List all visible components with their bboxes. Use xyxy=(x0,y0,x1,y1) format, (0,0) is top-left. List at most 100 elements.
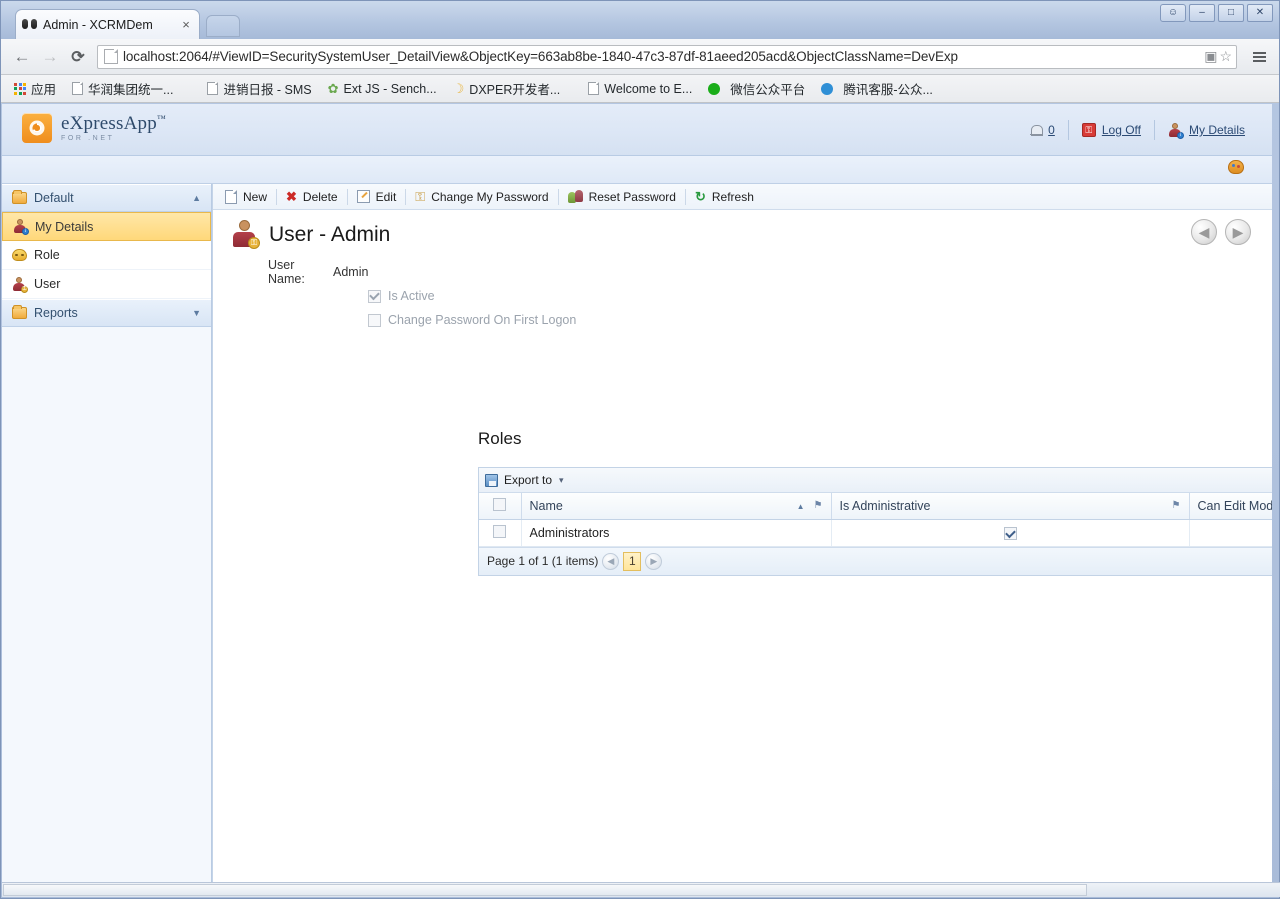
minimize-button[interactable]: – xyxy=(1189,4,1215,22)
table-row[interactable]: Administrators xyxy=(479,519,1272,547)
is-active-checkbox[interactable] xyxy=(368,289,381,303)
moon-icon: ☽ xyxy=(452,81,465,96)
pager-page-1[interactable]: 1 xyxy=(623,551,642,571)
browser-tab[interactable]: Admin - XCRMDem × xyxy=(15,9,200,39)
change-my-password-button[interactable]: ⚿ Change My Password xyxy=(407,186,556,208)
reset-password-button[interactable]: Reset Password xyxy=(560,186,684,208)
column-header-can-edit-model[interactable]: Can Edit Model ⚑ xyxy=(1189,493,1272,520)
change-password-first-logon-row: Change Password On First Logon xyxy=(213,308,1272,332)
select-all-header[interactable] xyxy=(479,493,522,520)
extension-icon[interactable]: ▣ xyxy=(1204,48,1217,65)
sidebar-item-label: User xyxy=(34,277,61,291)
user-profile-icon[interactable]: ☺ xyxy=(1160,4,1186,22)
scrollbar-thumb[interactable] xyxy=(3,884,1087,896)
bookmark-star-icon[interactable]: ☆ xyxy=(1219,48,1232,65)
bookmark-item[interactable]: 进销日报 - SMS xyxy=(200,78,318,100)
disk-icon xyxy=(485,473,498,487)
forward-icon[interactable]: → xyxy=(37,44,63,70)
apps-grid-icon xyxy=(14,82,26,95)
page-icon xyxy=(588,82,600,95)
user-key-icon: ⚿ xyxy=(231,220,261,250)
navigation-bar: ← → ⟳ localhost:2064/#ViewID=SecuritySys… xyxy=(1,39,1279,75)
logo-tagline: FOR .NET xyxy=(61,135,115,142)
sort-ascending-icon[interactable]: ▲ xyxy=(797,502,805,511)
refresh-button[interactable]: ↻ Refresh xyxy=(687,186,762,208)
chevron-down-icon: ▼ xyxy=(192,308,201,318)
binoculars-icon xyxy=(22,17,38,33)
sidebar-item-role[interactable]: Role xyxy=(2,241,211,270)
horizontal-scrollbar[interactable] xyxy=(2,882,1280,897)
sidebar-group-default[interactable]: Default ▲ xyxy=(2,184,211,212)
pager-next-button[interactable]: ▶ xyxy=(645,552,663,570)
reload-icon[interactable]: ⟳ xyxy=(65,44,91,70)
new-tab-button[interactable] xyxy=(206,15,240,37)
sidebar-group-label: Reports xyxy=(34,306,78,320)
row-select-cell[interactable] xyxy=(479,519,522,547)
is-administrative-checkbox[interactable] xyxy=(1003,527,1017,541)
theme-selector-button[interactable] xyxy=(1228,160,1256,174)
edit-pencil-icon xyxy=(356,190,370,203)
bookmark-apps[interactable]: 应用 xyxy=(7,78,63,100)
user-name-row: User Name: Admin xyxy=(213,258,1272,286)
roles-section: Roles Export to ▾ Name ▲ ⚑ Is Administra… xyxy=(478,429,1272,576)
filter-icon[interactable]: ⚑ xyxy=(814,500,823,511)
close-window-button[interactable]: ✕ xyxy=(1247,4,1273,22)
previous-record-button[interactable]: ◀ xyxy=(1191,219,1217,245)
column-header-is-administrative[interactable]: Is Administrative ⚑ xyxy=(831,493,1190,520)
bookmark-label: 进销日报 - SMS xyxy=(223,83,312,97)
logo-name: eXpressApp xyxy=(61,113,157,134)
edit-button[interactable]: Edit xyxy=(349,186,405,208)
log-off-button[interactable]: ⚿ Log Off xyxy=(1069,120,1154,140)
browser-menu-icon[interactable] xyxy=(1247,45,1271,69)
sidebar-group-reports[interactable]: Reports ▼ xyxy=(2,299,211,327)
new-button[interactable]: New xyxy=(217,186,275,208)
sidebar-item-label: My Details xyxy=(35,219,94,234)
app-logo[interactable]: eXpressApp™ FOR .NET xyxy=(22,113,166,143)
new-label: New xyxy=(243,189,268,204)
table-header-row: Name ▲ ⚑ Is Administrative ⚑ Can Edit Mo… xyxy=(479,493,1272,520)
key-icon: ⚿ xyxy=(415,188,426,204)
column-header-name[interactable]: Name ▲ ⚑ xyxy=(521,493,832,520)
maximize-button[interactable]: □ xyxy=(1218,4,1244,22)
next-record-button[interactable]: ▶ xyxy=(1225,219,1251,245)
bookmark-label: 腾讯客服-公众... xyxy=(843,83,933,97)
bookmark-item[interactable]: 华润集团统一... xyxy=(65,78,180,100)
my-details-label: My Details xyxy=(1188,123,1245,137)
is-active-label: Is Active xyxy=(388,289,435,303)
palette-icon xyxy=(1228,160,1244,174)
leaf-icon: ✿ xyxy=(327,81,339,96)
page-icon xyxy=(207,82,219,95)
export-to-button[interactable]: Export to ▾ xyxy=(485,473,564,487)
row-select-checkbox[interactable] xyxy=(493,524,507,538)
bookmark-item[interactable]: Welcome to E... xyxy=(581,78,699,100)
delete-button[interactable]: ✖ Delete xyxy=(278,186,346,208)
bookmark-label: 微信公众平台 xyxy=(730,83,806,97)
gear-logo-icon xyxy=(22,113,52,143)
my-details-button[interactable]: i My Details xyxy=(1155,120,1258,140)
pager-previous-button[interactable]: ◀ xyxy=(602,552,620,570)
close-icon[interactable]: × xyxy=(179,17,193,32)
page-viewport: eXpressApp™ FOR .NET 0 ⚿ Log Off i My De… xyxy=(2,104,1272,884)
select-all-checkbox[interactable] xyxy=(493,497,507,511)
notifications-button[interactable]: 0 xyxy=(1017,120,1068,140)
bookmark-item[interactable]: 腾讯客服-公众... xyxy=(814,78,940,100)
divider xyxy=(557,188,559,205)
new-page-icon xyxy=(225,189,237,204)
address-bar[interactable]: localhost:2064/#ViewID=SecuritySystemUse… xyxy=(97,44,1237,69)
sidebar-item-label: Role xyxy=(34,248,60,262)
change-my-password-label: Change My Password xyxy=(431,189,549,204)
browser-window: Admin - XCRMDem × ☺ – □ ✕ ← → ⟳ localhos… xyxy=(0,0,1280,899)
bookmark-item[interactable]: ☽ DXPER开发者... xyxy=(446,78,568,100)
filter-icon[interactable]: ⚑ xyxy=(1172,500,1181,511)
content-area: New ✖ Delete Edit ⚿ Change My Password R… xyxy=(212,184,1272,884)
divider xyxy=(346,188,348,205)
back-icon[interactable]: ← xyxy=(9,44,35,70)
window-controls: ☺ – □ ✕ xyxy=(1160,4,1273,22)
change-password-first-logon-checkbox[interactable] xyxy=(368,313,381,327)
sidebar-item-my-details[interactable]: i My Details xyxy=(2,212,211,241)
bookmark-item[interactable]: ✿ Ext JS - Sench... xyxy=(321,78,444,100)
bell-icon xyxy=(1030,124,1044,137)
sidebar-item-user[interactable]: ⚿ User xyxy=(2,270,211,299)
bookmark-item[interactable]: 微信公众平台 xyxy=(701,78,812,100)
pager-summary: Page 1 of 1 (1 items) xyxy=(487,554,599,568)
